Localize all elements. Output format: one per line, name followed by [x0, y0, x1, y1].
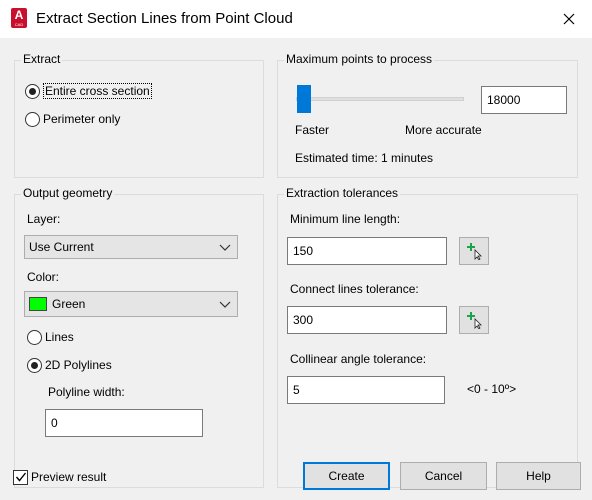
radio-indicator — [25, 83, 40, 99]
connect-lines-tolerance-input[interactable]: 300 — [287, 306, 447, 334]
pick-point-icon — [467, 243, 482, 260]
radio-label: Perimeter only — [43, 112, 121, 126]
preview-result-checkbox[interactable]: Preview result — [13, 468, 106, 486]
slider-min-label: Faster — [295, 123, 330, 137]
radio-label: 2D Polylines — [45, 358, 112, 372]
app-icon-subtext: CAD — [14, 22, 24, 27]
radio-lines[interactable]: Lines — [27, 328, 74, 346]
max-points-group: Maximum points to process 18000 Faster M… — [277, 52, 578, 178]
dialog-client-area: Extract Entire cross section Perimeter o… — [0, 38, 592, 500]
extract-group-label: Extract — [21, 52, 63, 66]
layer-dropdown[interactable]: Use Current — [24, 235, 238, 259]
max-points-input[interactable]: 18000 — [481, 86, 567, 114]
preview-result-label: Preview result — [31, 470, 107, 484]
create-button[interactable]: Create — [303, 462, 390, 490]
collinear-angle-tolerance-input[interactable]: 5 — [287, 376, 445, 404]
output-geometry-group: Output geometry Layer: Use Current Color… — [14, 186, 264, 488]
create-button-label: Create — [328, 469, 365, 483]
chevron-down-icon — [219, 244, 231, 251]
polyline-width-input[interactable]: 0 — [45, 409, 203, 437]
radio-label: Lines — [45, 330, 74, 344]
connect-lines-tolerance-label: Connect lines tolerance: — [290, 282, 419, 296]
radio-perimeter-only[interactable]: Perimeter only — [25, 110, 120, 128]
checkbox-indicator — [13, 469, 28, 485]
pick-point-icon — [467, 312, 482, 329]
radio-entire-cross-section[interactable]: Entire cross section — [25, 82, 152, 100]
radio-indicator — [25, 111, 40, 127]
autocad-app-icon: A CAD — [11, 8, 27, 28]
app-icon-letter: A — [14, 8, 24, 22]
accuracy-slider-track[interactable] — [296, 97, 464, 101]
collinear-angle-range-text: <0 - 10º> — [467, 382, 517, 396]
min-line-length-label: Minimum line length: — [290, 212, 401, 226]
layer-label: Layer: — [27, 212, 61, 226]
radio-2d-polylines[interactable]: 2D Polylines — [27, 356, 112, 374]
checkmark-icon — [15, 472, 26, 482]
cancel-button[interactable]: Cancel — [400, 462, 487, 490]
radio-indicator — [27, 329, 42, 345]
pick-connect-lines-button[interactable] — [459, 306, 489, 334]
cancel-button-label: Cancel — [424, 469, 463, 483]
layer-dropdown-value: Use Current — [29, 240, 94, 254]
radio-label: Entire cross section — [43, 83, 152, 99]
collinear-angle-tolerance-label: Collinear angle tolerance: — [290, 352, 427, 366]
estimated-time-text: Estimated time: 1 minutes — [295, 151, 434, 165]
polyline-width-label: Polyline width: — [48, 385, 125, 399]
window-title: Extract Section Lines from Point Cloud — [36, 10, 293, 27]
color-dropdown-value: Green — [52, 297, 86, 311]
color-label: Color: — [27, 270, 60, 284]
close-icon — [563, 13, 575, 25]
title-bar: A CAD Extract Section Lines from Point C… — [0, 0, 592, 38]
extraction-tolerances-group: Extraction tolerances Minimum line lengt… — [277, 186, 578, 488]
pick-min-line-length-button[interactable] — [459, 237, 489, 265]
max-points-group-label: Maximum points to process — [284, 52, 435, 66]
close-button[interactable] — [546, 0, 592, 38]
radio-indicator — [27, 357, 42, 373]
output-geometry-group-label: Output geometry — [21, 186, 115, 200]
min-line-length-input[interactable]: 150 — [287, 237, 447, 265]
extract-group: Extract Entire cross section Perimeter o… — [14, 52, 264, 178]
extraction-tolerances-group-label: Extraction tolerances — [284, 186, 401, 200]
chevron-down-icon — [219, 301, 231, 308]
help-button[interactable]: Help — [496, 462, 581, 490]
color-dropdown[interactable]: Green — [24, 291, 238, 317]
help-button-label: Help — [526, 469, 551, 483]
slider-max-label: More accurate — [405, 123, 482, 137]
color-swatch — [29, 297, 47, 311]
accuracy-slider-thumb[interactable] — [297, 85, 311, 113]
